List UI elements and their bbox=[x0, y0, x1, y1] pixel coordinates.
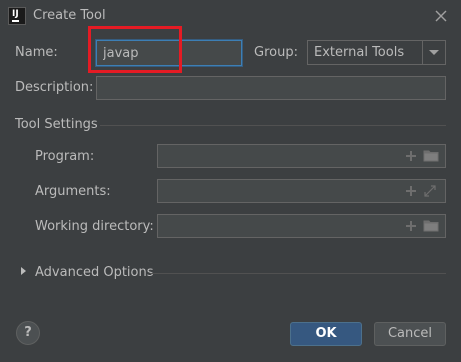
app-icon-letters: IJ bbox=[12, 9, 19, 19]
create-tool-dialog: IJ Create Tool Name: Group: External Too… bbox=[0, 0, 461, 362]
cancel-button[interactable]: Cancel bbox=[374, 322, 446, 346]
name-input[interactable] bbox=[96, 40, 242, 66]
program-input[interactable] bbox=[157, 144, 446, 168]
advanced-divider bbox=[150, 273, 446, 274]
working-directory-input[interactable] bbox=[157, 214, 446, 238]
intellij-app-icon: IJ bbox=[8, 7, 26, 25]
advanced-options-label[interactable]: Advanced Options bbox=[35, 265, 154, 280]
name-label: Name: bbox=[15, 45, 58, 60]
title-bar: IJ Create Tool bbox=[0, 0, 461, 32]
folder-icon[interactable] bbox=[423, 149, 439, 162]
close-icon[interactable] bbox=[433, 8, 449, 24]
group-select[interactable]: External Tools bbox=[307, 40, 446, 65]
program-actions bbox=[405, 149, 439, 162]
group-select-dropdown[interactable] bbox=[422, 41, 445, 64]
section-divider bbox=[100, 125, 446, 126]
advanced-options-toggle[interactable] bbox=[19, 266, 29, 278]
arguments-input[interactable] bbox=[157, 179, 446, 203]
group-select-value: External Tools bbox=[314, 45, 405, 60]
folder-icon[interactable] bbox=[423, 219, 439, 232]
ok-button[interactable]: OK bbox=[290, 322, 362, 346]
working-directory-actions bbox=[405, 219, 439, 232]
plus-icon[interactable] bbox=[405, 185, 417, 197]
dialog-title: Create Tool bbox=[33, 8, 106, 23]
tool-settings-title: Tool Settings bbox=[15, 117, 98, 132]
plus-icon[interactable] bbox=[405, 150, 417, 162]
help-button[interactable]: ? bbox=[16, 321, 40, 345]
description-input[interactable] bbox=[96, 76, 446, 100]
group-label: Group: bbox=[254, 45, 298, 60]
arguments-actions bbox=[405, 184, 437, 198]
expand-icon[interactable] bbox=[423, 184, 437, 198]
chevron-right-icon bbox=[21, 267, 26, 275]
plus-icon[interactable] bbox=[405, 220, 417, 232]
chevron-down-icon bbox=[429, 50, 439, 55]
program-label: Program: bbox=[35, 149, 95, 164]
working-directory-label: Working directory: bbox=[35, 219, 154, 234]
description-label: Description: bbox=[15, 80, 94, 95]
arguments-label: Arguments: bbox=[35, 184, 111, 199]
